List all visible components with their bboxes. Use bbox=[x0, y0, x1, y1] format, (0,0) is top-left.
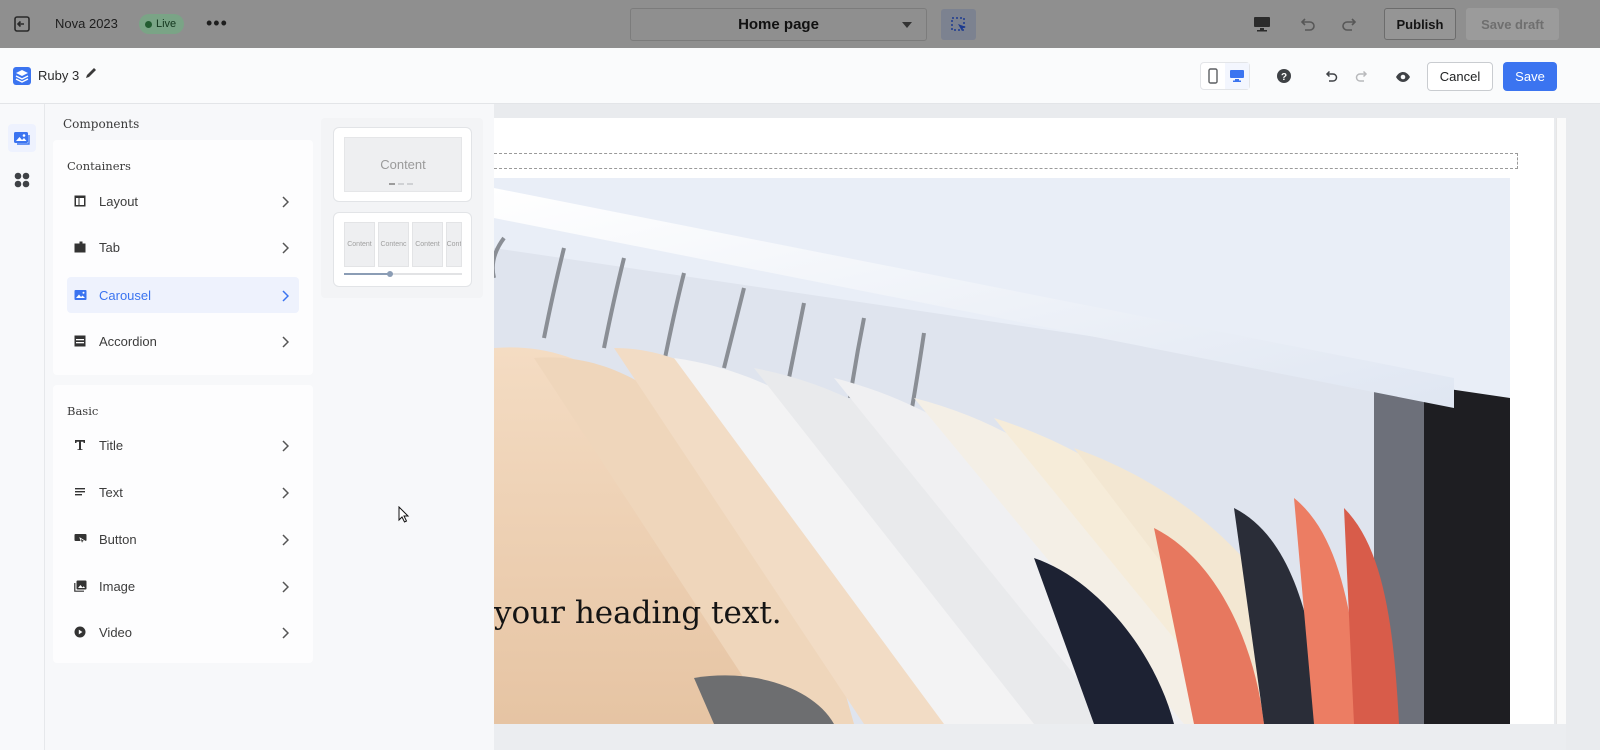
component-label: Image bbox=[99, 578, 136, 594]
component-item-layout[interactable]: Layout bbox=[67, 183, 299, 219]
variant-slide: Contenc bbox=[378, 222, 409, 267]
carousel-scroll-knob bbox=[387, 271, 393, 277]
chevron-right-icon bbox=[281, 439, 290, 457]
live-status-label: Live bbox=[156, 18, 177, 30]
mobile-icon bbox=[1208, 68, 1218, 84]
variant-slide: Content bbox=[344, 222, 375, 267]
select-element-icon bbox=[950, 16, 966, 31]
left-icon-rail bbox=[0, 104, 45, 750]
chevron-right-icon bbox=[281, 533, 290, 551]
device-toggle bbox=[1200, 62, 1250, 90]
save-draft-button[interactable]: Save draft bbox=[1466, 8, 1559, 40]
publish-button[interactable]: Publish bbox=[1384, 8, 1456, 40]
basic-group: Basic Title Text Button Image Video bbox=[53, 385, 313, 663]
layers-logo-icon bbox=[12, 66, 32, 86]
chevron-right-icon bbox=[281, 580, 290, 598]
exit-icon[interactable] bbox=[12, 14, 32, 34]
chevron-right-icon bbox=[281, 486, 290, 504]
variant-slide: Cont bbox=[446, 222, 462, 267]
carousel-scroll-fill bbox=[344, 273, 390, 275]
video-icon bbox=[73, 625, 87, 639]
redo-icon[interactable] bbox=[1354, 68, 1370, 89]
group-title: Containers bbox=[67, 159, 131, 173]
save-button[interactable]: Save bbox=[1503, 62, 1557, 91]
svg-text:?: ? bbox=[1281, 72, 1287, 83]
variant-slide: Content bbox=[412, 222, 443, 267]
component-label: Carousel bbox=[99, 287, 152, 303]
chevron-right-icon bbox=[281, 626, 290, 644]
component-label: Video bbox=[99, 624, 133, 640]
accordion-icon bbox=[73, 334, 87, 348]
top-bar: Nova 2023 Live ••• Home page Publish Sav… bbox=[0, 0, 1600, 48]
desktop-view-icon[interactable] bbox=[1252, 14, 1272, 39]
carousel-icon bbox=[73, 288, 87, 302]
desktop-icon bbox=[1230, 70, 1244, 82]
component-label: Button bbox=[99, 531, 137, 547]
clothes-rack-photo bbox=[494, 178, 1510, 724]
containers-group: Containers Layout Tab Carousel Accordion bbox=[53, 140, 313, 375]
undo-icon[interactable] bbox=[1323, 68, 1339, 89]
panel-heading: Components bbox=[63, 117, 140, 131]
chevron-right-icon bbox=[281, 241, 290, 259]
image-icon bbox=[73, 579, 87, 593]
mouse-cursor-icon bbox=[398, 505, 410, 529]
component-label: Accordion bbox=[99, 333, 157, 349]
hero-image[interactable]: your heading text. bbox=[494, 178, 1510, 724]
mobile-view-button[interactable] bbox=[1201, 63, 1225, 89]
layout-icon bbox=[73, 194, 87, 208]
inspector-toggle-button[interactable] bbox=[941, 9, 976, 40]
carousel-dots bbox=[389, 183, 413, 185]
component-label: Layout bbox=[99, 193, 139, 209]
component-item-video[interactable]: Video bbox=[67, 614, 299, 650]
component-item-image[interactable]: Image bbox=[67, 568, 299, 604]
editor-header: Ruby 3 ? Cancel Save bbox=[0, 48, 1600, 104]
button-icon bbox=[73, 532, 87, 546]
rail-components-button[interactable] bbox=[8, 124, 36, 152]
page-canvas[interactable]: your heading text. bbox=[494, 118, 1554, 724]
component-item-carousel[interactable]: Carousel bbox=[67, 277, 299, 313]
status-dot-icon bbox=[145, 20, 152, 28]
page-selector[interactable]: Home page bbox=[630, 8, 927, 41]
carousel-scroll-track bbox=[344, 271, 462, 277]
carousel-variant-single[interactable]: Content bbox=[333, 127, 472, 202]
group-title: Basic bbox=[67, 404, 99, 418]
store-name: Nova 2023 bbox=[55, 16, 118, 31]
undo-icon[interactable] bbox=[1297, 14, 1317, 39]
canvas-scrollbar[interactable] bbox=[1556, 118, 1566, 724]
editor-title: Ruby 3 bbox=[38, 68, 80, 83]
desktop-view-button[interactable] bbox=[1225, 63, 1249, 89]
title-icon bbox=[73, 438, 87, 452]
component-item-tab[interactable]: Tab bbox=[67, 229, 299, 265]
text-icon bbox=[73, 485, 87, 499]
component-label: Tab bbox=[99, 239, 120, 255]
rail-apps-button[interactable] bbox=[8, 166, 36, 194]
cancel-button[interactable]: Cancel bbox=[1427, 62, 1493, 91]
help-icon[interactable]: ? bbox=[1276, 68, 1292, 89]
component-item-accordion[interactable]: Accordion bbox=[67, 323, 299, 359]
carousel-variant-multi[interactable]: Content Contenc Content Cont bbox=[333, 212, 472, 287]
apps-icon bbox=[14, 172, 30, 188]
components-image-icon bbox=[14, 132, 30, 145]
chevron-right-icon bbox=[281, 195, 290, 213]
edit-name-icon[interactable] bbox=[84, 66, 98, 85]
hero-heading-text[interactable]: your heading text. bbox=[494, 595, 782, 631]
empty-section-placeholder[interactable] bbox=[494, 153, 1518, 169]
component-label: Text bbox=[99, 484, 123, 500]
carousel-variants-pane: Content Content Contenc Content Cont bbox=[321, 118, 483, 298]
more-options-button[interactable]: ••• bbox=[206, 14, 228, 32]
page-selector-label: Home page bbox=[738, 16, 819, 33]
canvas-bottom-strip bbox=[494, 724, 1566, 750]
component-item-text[interactable]: Text bbox=[67, 474, 299, 510]
caret-down-icon bbox=[902, 22, 912, 28]
live-status-badge: Live bbox=[139, 14, 185, 34]
component-item-title[interactable]: Title bbox=[67, 427, 299, 463]
tab-icon bbox=[73, 240, 87, 254]
chevron-right-icon bbox=[281, 335, 290, 353]
component-item-button[interactable]: Button bbox=[67, 521, 299, 557]
preview-eye-icon[interactable] bbox=[1395, 70, 1411, 88]
chevron-right-icon bbox=[281, 289, 290, 307]
redo-icon[interactable] bbox=[1340, 14, 1360, 39]
component-label: Title bbox=[99, 437, 124, 453]
